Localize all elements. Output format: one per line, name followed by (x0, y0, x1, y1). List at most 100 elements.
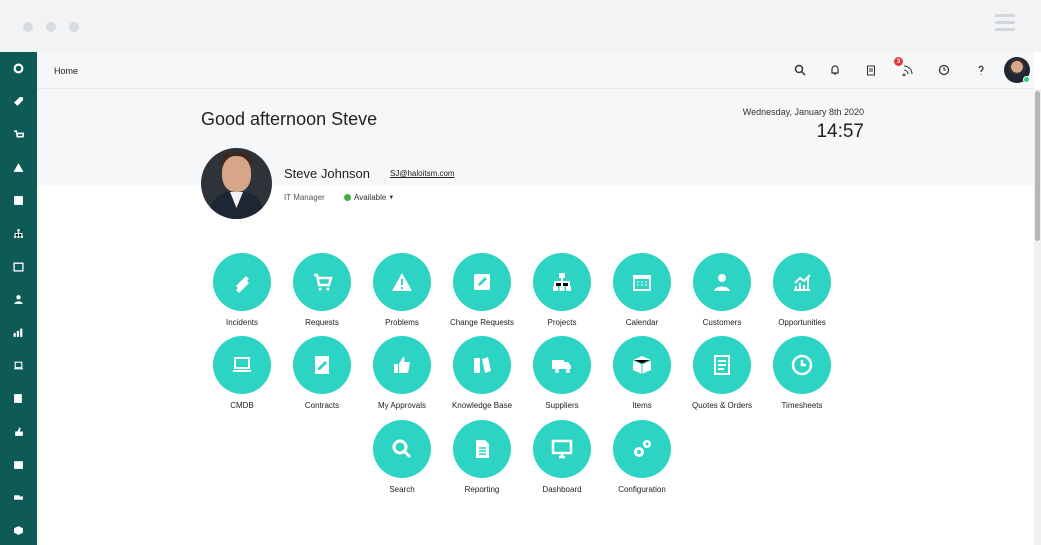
vertical-scrollbar[interactable] (1034, 89, 1041, 545)
monitor-icon (533, 420, 591, 478)
module-tile-reporting[interactable]: Reporting (441, 420, 523, 494)
search-icon[interactable] (793, 63, 807, 77)
truck-icon (533, 336, 591, 394)
module-tile-customers[interactable]: Customers (681, 253, 763, 327)
sidebar-laptop-icon[interactable] (0, 349, 37, 382)
window-menu-icon[interactable] (995, 14, 1015, 32)
clipboard-icon[interactable] (864, 63, 878, 77)
tile-label: Dashboard (542, 485, 582, 494)
availability-dropdown[interactable]: Available ▼ (344, 193, 394, 202)
tile-label: Projects (547, 318, 577, 327)
module-tile-items[interactable]: Items (601, 336, 683, 410)
module-tile-calendar[interactable]: Calendar (601, 253, 683, 327)
sidebar-home-icon[interactable] (0, 52, 37, 85)
growth-chart-icon (773, 253, 831, 311)
user-role: IT Manager (284, 193, 325, 202)
tile-label: Incidents (225, 318, 259, 327)
tile-label: Problems (385, 318, 419, 327)
customer-icon (693, 253, 751, 311)
module-tile-timesheets[interactable]: Timesheets (761, 336, 843, 410)
warning-icon (373, 253, 431, 311)
module-tile-knowledge-base[interactable]: Knowledge Base (441, 336, 523, 410)
sidebar-cart-icon[interactable] (0, 118, 37, 151)
module-tile-requests[interactable]: Requests (281, 253, 363, 327)
sidebar-book-icon[interactable] (0, 448, 37, 481)
tile-label: Suppliers (545, 401, 579, 410)
sidebar-chart-icon[interactable] (0, 316, 37, 349)
tile-label: My Approvals (377, 401, 427, 410)
tile-label: Timesheets (781, 401, 823, 410)
current-date: Wednesday, January 8th 2020 (742, 107, 864, 117)
sidebar-calendar-icon[interactable] (0, 250, 37, 283)
sidebar-truck-icon[interactable] (0, 481, 37, 514)
report-icon (453, 420, 511, 478)
tile-label: Contracts (304, 401, 340, 410)
sitemap-icon (533, 253, 591, 311)
ticket-icon (213, 253, 271, 311)
sidebar-user-icon[interactable] (0, 283, 37, 316)
scrollbar-thumb[interactable] (1035, 91, 1040, 241)
sidebar-cube-icon[interactable] (0, 514, 37, 545)
sidebar-contract-icon[interactable] (0, 382, 37, 415)
contract-edit-icon (293, 336, 351, 394)
module-tile-configuration[interactable]: Configuration (601, 420, 683, 494)
help-icon[interactable] (974, 63, 988, 77)
sidebar-warning-icon[interactable] (0, 151, 37, 184)
module-tile-projects[interactable]: Projects (521, 253, 603, 327)
tile-label: Requests (305, 318, 339, 327)
tile-label: Calendar (625, 318, 659, 327)
tile-label: Items (632, 401, 652, 410)
module-tile-opportunities[interactable]: Opportunities (761, 253, 843, 327)
window-control-dot[interactable] (69, 22, 79, 32)
module-tile-contracts[interactable]: Contracts (281, 336, 363, 410)
clock-icon[interactable] (937, 63, 951, 77)
module-tile-my-approvals[interactable]: My Approvals (361, 336, 443, 410)
module-tile-dashboard[interactable]: Dashboard (521, 420, 603, 494)
current-time: 14:57 (816, 121, 864, 142)
gears-icon (613, 420, 671, 478)
books-icon (453, 336, 511, 394)
module-tile-quotes-orders[interactable]: Quotes & Orders (681, 336, 763, 410)
tile-label: CMDB (230, 401, 254, 410)
tile-label: Opportunities (778, 318, 826, 327)
user-avatar (201, 148, 272, 219)
available-status-dot (344, 194, 351, 201)
tile-label: Knowledge Base (451, 401, 513, 410)
sidebar-thumbs-up-icon[interactable] (0, 415, 37, 448)
edit-icon (453, 253, 511, 311)
search-icon (373, 420, 431, 478)
module-tile-incidents[interactable]: Incidents (201, 253, 283, 327)
module-tile-suppliers[interactable]: Suppliers (521, 336, 603, 410)
module-tile-problems[interactable]: Problems (361, 253, 443, 327)
module-tile-cmdb[interactable]: CMDB (201, 336, 283, 410)
box-icon (613, 336, 671, 394)
user-email-link[interactable]: SJ@haloitsm.com (390, 169, 455, 178)
app-window: Home 3 Good afternoon Steve Wednesday, J… (0, 0, 1041, 545)
window-control-dot[interactable] (46, 22, 56, 32)
tile-label: Configuration (618, 485, 666, 494)
availability-label: Available (354, 193, 387, 202)
left-sidebar (0, 52, 37, 545)
welcome-header: Good afternoon Steve Wednesday, January … (37, 89, 1034, 186)
module-tile-search[interactable]: Search (361, 420, 443, 494)
clock-icon (773, 336, 831, 394)
breadcrumb[interactable]: Home (54, 66, 78, 76)
main-content: Home 3 Good afternoon Steve Wednesday, J… (37, 52, 1041, 545)
sidebar-sitemap-icon[interactable] (0, 217, 37, 250)
document-icon (693, 336, 751, 394)
module-tile-change-requests[interactable]: Change Requests (441, 253, 523, 327)
rss-icon[interactable] (901, 63, 915, 77)
window-control-dot[interactable] (23, 22, 33, 32)
laptop-icon (213, 336, 271, 394)
user-name: Steve Johnson (284, 166, 371, 181)
top-bar: Home 3 (37, 52, 1034, 89)
chevron-down-icon: ▼ (388, 194, 395, 201)
window-titlebar (0, 0, 1041, 52)
sidebar-tag-icon[interactable] (0, 85, 37, 118)
cart-icon (293, 253, 351, 311)
calendar-icon (613, 253, 671, 311)
bell-icon[interactable] (828, 63, 842, 77)
sidebar-edit-icon[interactable] (0, 184, 37, 217)
status-indicator (1023, 76, 1030, 83)
tile-label: Search (389, 485, 415, 494)
